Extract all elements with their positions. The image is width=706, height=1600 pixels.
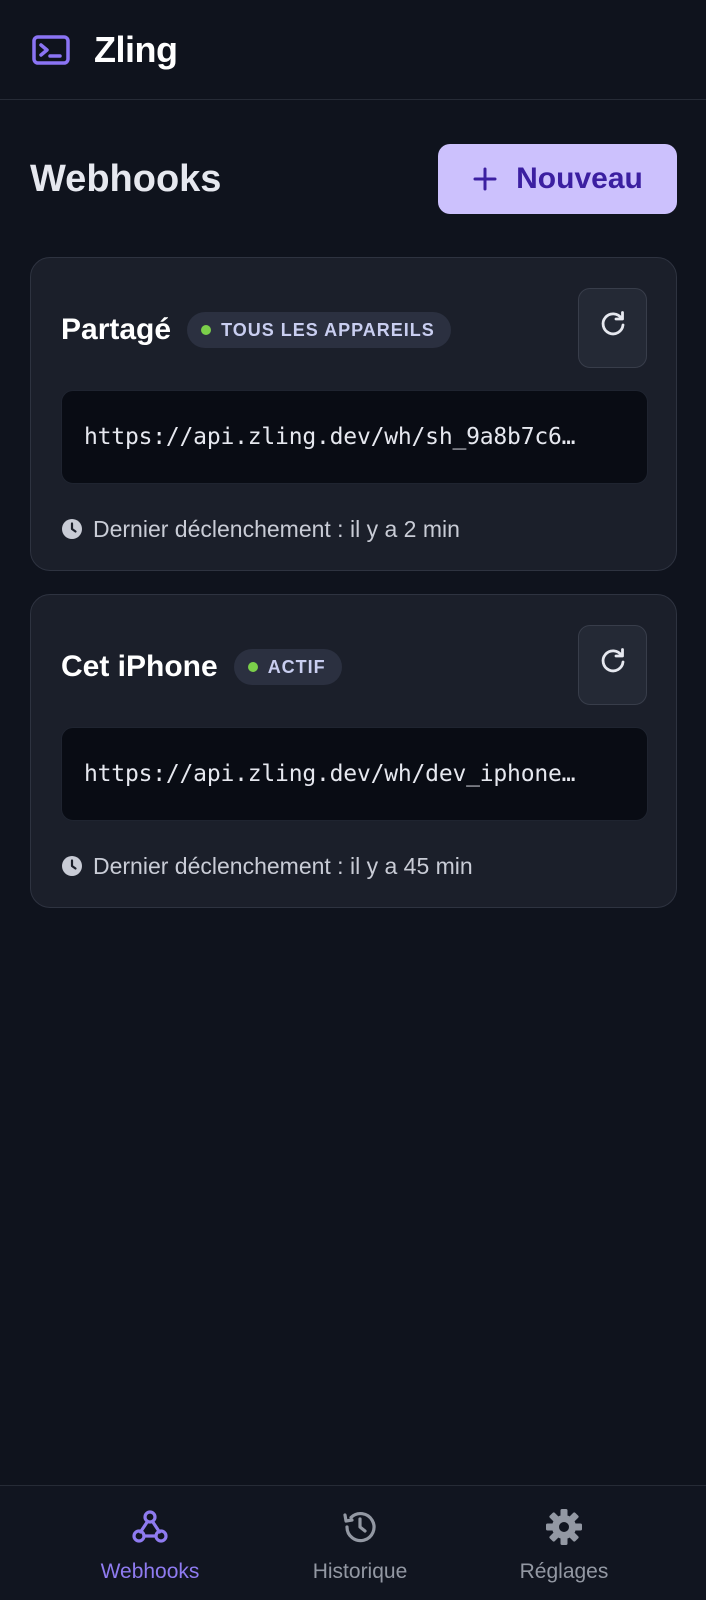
nav-item-label: Réglages — [519, 1560, 609, 1583]
webhook-card-header: Cet iPhone ACTIF — [61, 649, 342, 685]
status-dot — [247, 662, 258, 672]
nav-item-label: Historique — [312, 1560, 408, 1583]
webhook-card-header: Partagé TOUS LES APPAREILS — [61, 312, 451, 348]
page-title: Webhooks — [30, 157, 222, 200]
clock-icon — [61, 855, 83, 877]
last-trigger-info: Dernier déclenchement : il y a 45 min — [61, 851, 473, 881]
terminal-icon — [32, 34, 70, 65]
status-badge-label: TOUS LES APPAREILS — [221, 319, 435, 340]
plus-icon — [472, 166, 498, 192]
nav-item-webhooks[interactable]: Webhooks — [70, 1506, 230, 1586]
gear-icon — [543, 1506, 585, 1548]
refresh-icon — [599, 646, 627, 677]
status-badge-label: ACTIF — [267, 656, 326, 677]
status-dot — [201, 325, 212, 335]
app-root: Zling Webhooks Nouveau Partagé TOUS LES … — [0, 0, 706, 1600]
webhook-icon — [129, 1506, 171, 1548]
status-badge: ACTIF — [233, 649, 342, 685]
last-trigger-info: Dernier déclenchement : il y a 2 min — [61, 514, 460, 544]
webhook-name: Cet iPhone — [61, 650, 218, 683]
nav-item-settings[interactable]: Réglages — [484, 1506, 644, 1586]
refresh-webhook-button[interactable] — [578, 625, 647, 705]
app-header: Zling — [0, 0, 706, 100]
nav-item-history[interactable]: Historique — [280, 1506, 440, 1586]
last-trigger-text: Dernier déclenchement : il y a 45 min — [93, 852, 473, 879]
history-icon — [339, 1506, 381, 1548]
bottom-nav: Webhooks Historique Réglages — [0, 1485, 706, 1600]
webhook-url[interactable]: https://api.zling.dev/wh/sh_9a8b7c6… — [61, 390, 648, 484]
new-webhook-button[interactable]: Nouveau — [438, 144, 677, 214]
status-badge: TOUS LES APPAREILS — [187, 312, 451, 348]
refresh-webhook-button[interactable] — [578, 288, 647, 368]
webhook-card: Cet iPhone ACTIF https://api.zling.dev/w… — [30, 594, 677, 908]
webhook-card: Partagé TOUS LES APPAREILS https://api.z… — [30, 257, 677, 571]
nav-item-label: Webhooks — [100, 1560, 200, 1583]
page-title-row: Webhooks Nouveau — [30, 144, 677, 214]
refresh-icon — [599, 309, 627, 340]
webhook-url[interactable]: https://api.zling.dev/wh/dev_iphone… — [61, 727, 648, 821]
app-title: Zling — [94, 28, 178, 70]
webhook-name: Partagé — [61, 313, 172, 346]
last-trigger-text: Dernier déclenchement : il y a 2 min — [93, 515, 460, 542]
clock-icon — [61, 518, 83, 540]
new-webhook-button-label: Nouveau — [516, 162, 643, 195]
